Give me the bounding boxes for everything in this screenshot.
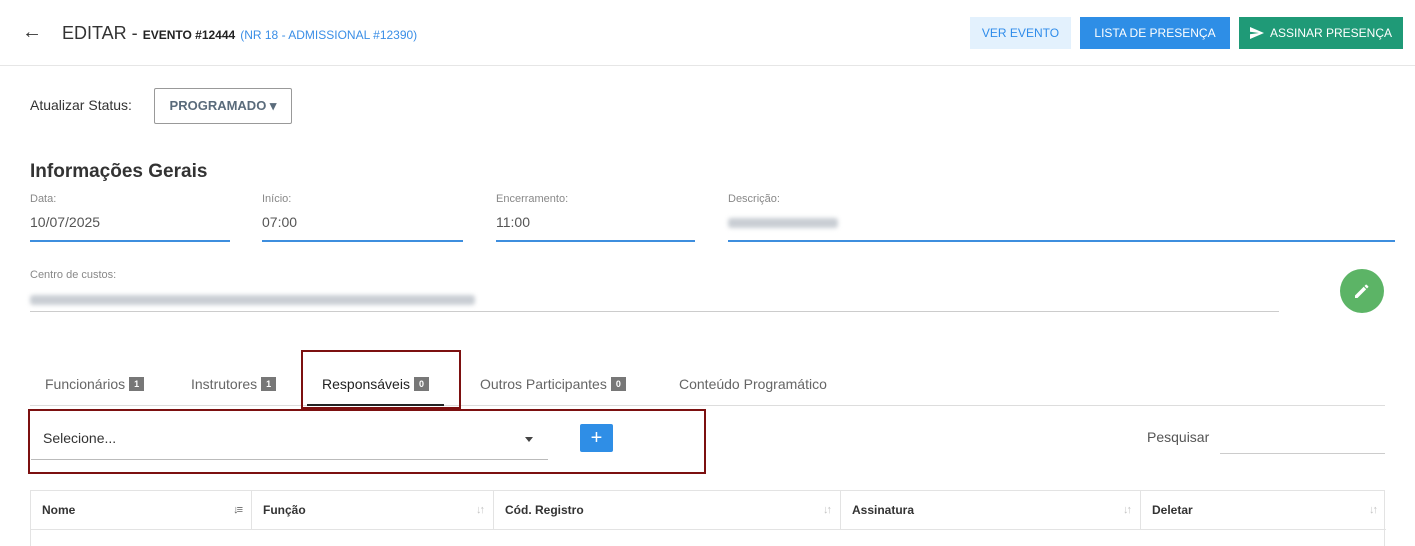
ver-evento-button[interactable]: VER EVENTO (970, 17, 1071, 49)
column-header-nome[interactable]: Nome ↓≡ (31, 491, 252, 530)
tab-funcionarios[interactable]: Funcionários 1 (43, 370, 146, 406)
sort-icon: ↓↑ (823, 504, 832, 516)
inicio-field[interactable]: Início: 07:00 (262, 193, 463, 242)
tab-outros-participantes[interactable]: Outros Participantes 0 (478, 370, 628, 406)
column-header-label: Assinatura (852, 503, 915, 517)
centro-custos-label: Centro de custos: (30, 269, 117, 281)
column-header-deletar[interactable]: Deletar ↓↑ (1141, 491, 1386, 530)
encerramento-value: 11:00 (496, 214, 530, 230)
column-header-label: Deletar (1152, 503, 1193, 517)
sort-icon: ↓↑ (1369, 504, 1378, 516)
tab-count-badge: 1 (129, 376, 145, 391)
status-label: Atualizar Status: (30, 97, 132, 113)
inicio-label: Início: (262, 193, 292, 205)
tab-bar: Funcionários 1 Instrutores 1 Responsáveis 0… (30, 370, 1385, 406)
column-header-label: Nome (42, 503, 76, 517)
encerramento-label: Encerramento: (496, 193, 569, 205)
column-header-assinatura[interactable]: Assinatura ↓↑ (841, 491, 1141, 530)
page-title: EDITAR - EVENTO #12444 (NR 18 - ADMISSIO… (62, 22, 417, 46)
data-label: Data: (30, 193, 57, 205)
column-header-label: Cód. Registro (505, 503, 584, 517)
pencil-icon (1355, 284, 1369, 298)
tab-count-badge: 1 (261, 376, 277, 391)
top-bar: ← EDITAR - EVENTO #12444 (NR 18 - ADMISS… (0, 0, 1415, 66)
tab-label: Instrutores (191, 376, 258, 392)
data-field[interactable]: Data: 10/07/2025 (30, 193, 230, 242)
event-number: EVENTO #12444 (142, 28, 236, 42)
tab-conteudo-programatico[interactable]: Conteúdo Programático (677, 370, 829, 406)
centro-custos-field[interactable]: Centro de custos: (30, 269, 1279, 312)
encerramento-field[interactable]: Encerramento: 11:00 (496, 193, 695, 242)
sort-icon: ↓↑ (476, 504, 485, 516)
descricao-label: Descrição: (728, 193, 780, 205)
column-header-cod-registro[interactable]: Cód. Registro ↓↑ (494, 491, 841, 530)
page-title-text: EDITAR - (62, 23, 138, 43)
descricao-value-redacted (728, 218, 838, 228)
arrow-left-icon[interactable]: ← (22, 20, 42, 44)
send-icon (1249, 26, 1264, 39)
sort-asc-icon: ↓≡ (233, 504, 243, 516)
tab-count-badge: 0 (610, 376, 626, 391)
tab-label: Outros Participantes (480, 376, 607, 392)
assinar-presenca-button[interactable]: ASSINAR PRESENÇA (1239, 17, 1403, 49)
search-label: Pesquisar (1147, 429, 1210, 445)
data-value: 10/07/2025 (30, 214, 101, 230)
tab-label: Conteúdo Programático (679, 376, 827, 392)
centro-custos-value-redacted (30, 295, 475, 305)
status-dropdown[interactable]: PROGRAMADO ▾ (154, 88, 292, 124)
section-title: Informações Gerais (30, 161, 208, 182)
sort-icon: ↓↑ (1123, 504, 1132, 516)
highlight-box-tab (301, 350, 461, 409)
tab-instrutores[interactable]: Instrutores 1 (189, 370, 278, 406)
responsaveis-table: Nome ↓≡ Função ↓↑ Cód. Registro ↓↑ Assinatu… (30, 490, 1386, 546)
assinar-presenca-label: ASSINAR PRESENÇA (1269, 26, 1393, 40)
search-input[interactable] (1220, 423, 1385, 454)
descricao-field[interactable]: Descrição: (728, 193, 1395, 242)
lista-presenca-button[interactable]: LISTA DE PRESENÇA (1080, 17, 1230, 49)
event-subtitle[interactable]: (NR 18 - ADMISSIONAL #12390) (240, 28, 417, 42)
edit-button[interactable] (1340, 269, 1384, 313)
highlight-box-selector (28, 409, 706, 474)
column-header-funcao[interactable]: Função ↓↑ (252, 491, 494, 530)
inicio-value: 07:00 (262, 214, 298, 230)
column-header-label: Função (263, 503, 306, 517)
tab-label: Funcionários (45, 376, 126, 392)
